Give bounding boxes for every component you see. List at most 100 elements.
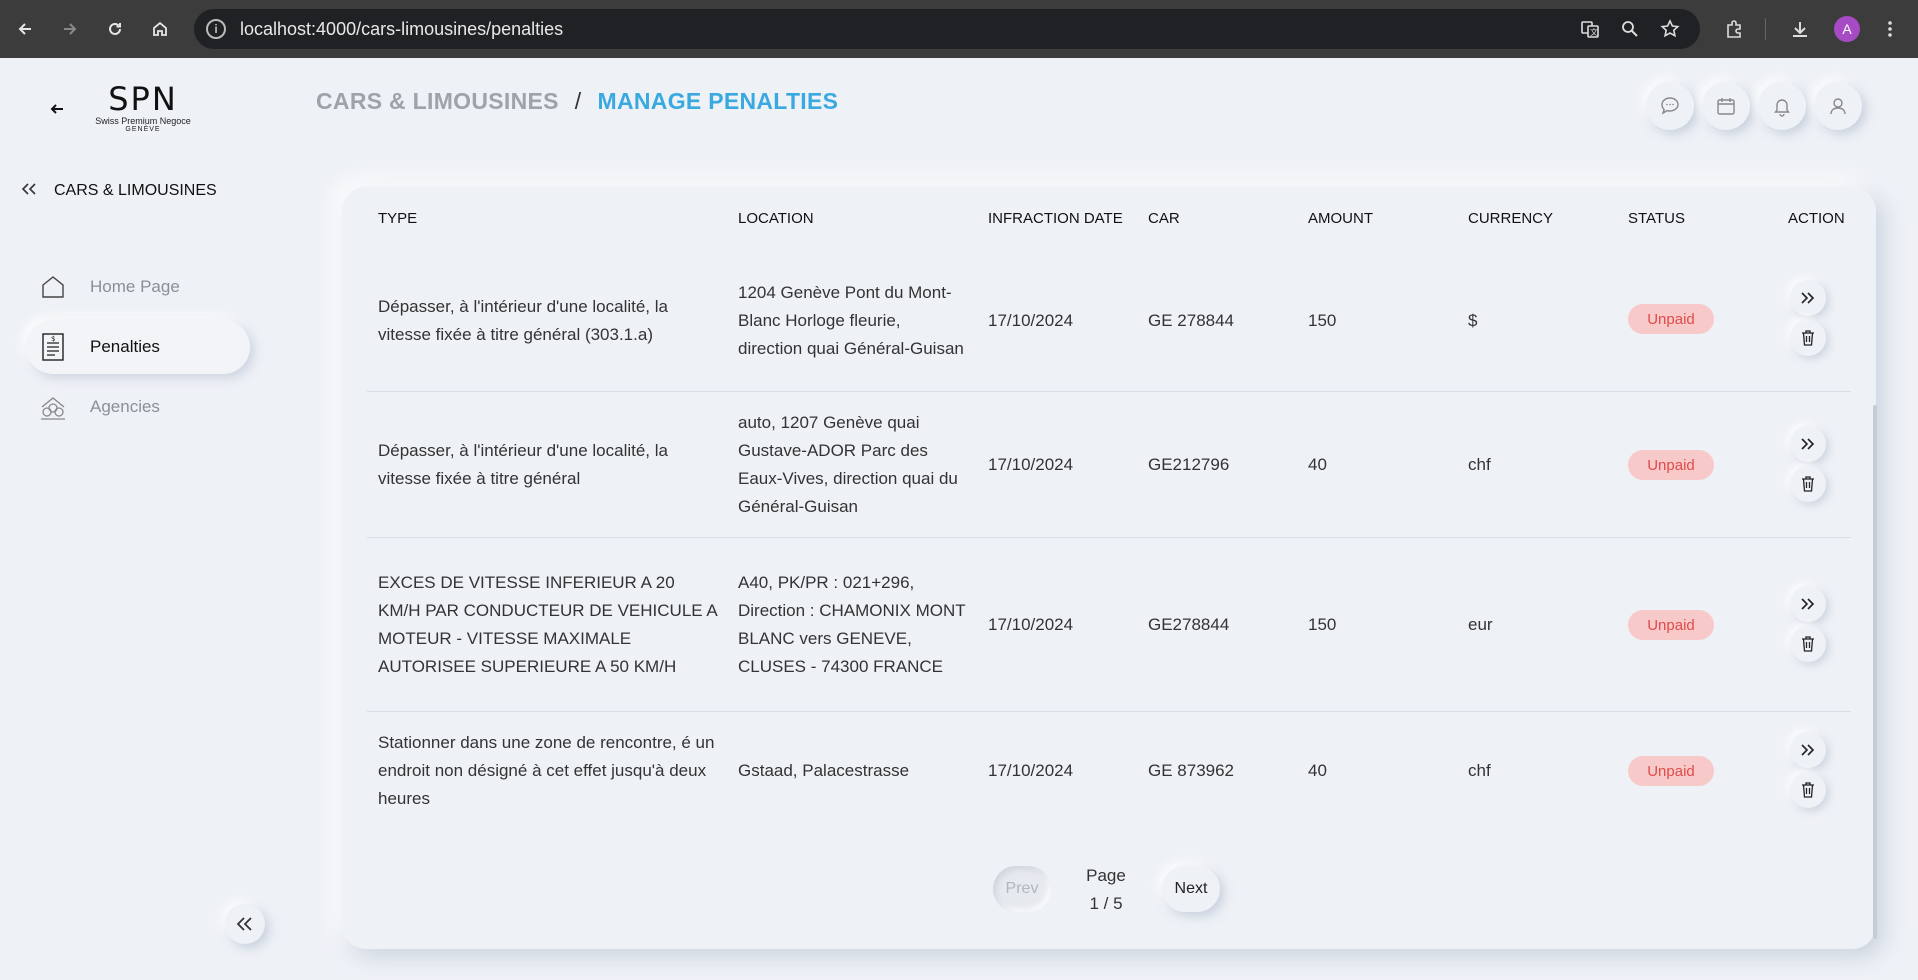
table-scrollbar[interactable]	[1873, 405, 1877, 939]
notifications-button[interactable]	[1758, 82, 1806, 130]
page-count: 1 / 5	[1089, 894, 1123, 913]
building-icon	[38, 392, 68, 422]
view-details-button[interactable]	[1790, 426, 1826, 462]
profile-avatar[interactable]: A	[1834, 16, 1860, 42]
column-header-amount: AMOUNT	[1308, 210, 1373, 227]
chat-icon	[1661, 97, 1679, 115]
delete-button[interactable]	[1790, 466, 1826, 502]
site-info-icon[interactable]: i	[206, 19, 226, 39]
cell-location: auto, 1207 Genève quai Gustave-ADOR Parc…	[738, 413, 958, 516]
home-icon[interactable]	[145, 14, 175, 44]
column-header-status: STATUS	[1628, 210, 1685, 227]
cell-location: 1204 Genève Pont du Mont-Blanc Horloge f…	[738, 283, 964, 358]
double-chevron-left-icon	[236, 917, 252, 931]
cell-date: 17/10/2024	[988, 615, 1074, 634]
page-title: MANAGE PENALTIES	[597, 88, 839, 114]
column-header-car: CAR	[1148, 210, 1180, 227]
cell-amount: 150	[1308, 311, 1337, 330]
cell-car: GE 278844	[1148, 311, 1235, 330]
page-label: Page	[1086, 866, 1126, 885]
breadcrumb-parent[interactable]: CARS & LIMOUSINES	[316, 88, 559, 115]
double-chevron-right-icon	[1801, 292, 1815, 304]
browser-toolbar: i localhost:4000/cars-limousines/penalti…	[0, 0, 1918, 58]
breadcrumb: CARS & LIMOUSINES / MANAGE PENALTIES	[316, 88, 838, 115]
delete-button[interactable]	[1790, 320, 1826, 356]
cell-car: GE 873962	[1148, 761, 1235, 780]
page-indicator: Page 1 / 5	[1080, 862, 1132, 918]
cell-type: Dépasser, à l'intérieur d'une localité, …	[378, 297, 668, 344]
prev-page-button[interactable]: Prev	[993, 866, 1051, 912]
column-header-location: LOCATION	[738, 210, 814, 227]
column-header-action: ACTION	[1788, 210, 1845, 227]
trash-icon	[1802, 782, 1814, 798]
document-icon: $	[38, 332, 68, 362]
sidebar-section-label: CARS & LIMOUSINES	[54, 181, 217, 199]
url-text: localhost:4000/cars-limousines/penalties	[240, 19, 564, 39]
status-badge: Unpaid	[1628, 610, 1714, 640]
view-details-button[interactable]	[1790, 280, 1826, 316]
back-arrow-icon[interactable]	[48, 100, 66, 124]
cell-amount: 40	[1308, 761, 1327, 780]
logo-subtitle: Swiss Premium Negoce	[95, 116, 191, 126]
double-chevron-right-icon	[1801, 744, 1815, 756]
cell-currency: $	[1468, 311, 1478, 330]
cell-location: Gstaad, Palacestrasse	[738, 761, 910, 780]
cell-type: Stationner dans une zone de rencontre, é…	[378, 733, 715, 808]
sidebar-item-label: Agencies	[90, 397, 160, 416]
menu-dots-icon[interactable]	[1876, 15, 1904, 43]
trash-icon	[1802, 476, 1814, 492]
bookmark-star-icon[interactable]	[1658, 17, 1682, 41]
cell-amount: 40	[1308, 455, 1327, 474]
status-badge: Unpaid	[1628, 756, 1714, 786]
cell-type: Dépasser, à l'intérieur d'une localité, …	[378, 441, 668, 488]
column-header-currency: CURRENCY	[1468, 210, 1554, 227]
column-header-date: INFRACTION DATE	[988, 210, 1123, 227]
double-chevron-right-icon	[1801, 438, 1815, 450]
next-page-button[interactable]: Next	[1162, 866, 1220, 912]
cell-type: EXCES DE VITESSE INFERIEUR A 20 KM/H PAR…	[378, 573, 717, 676]
cell-location: A40, PK/PR : 021+296, Direction : CHAMON…	[738, 573, 966, 676]
cell-car: GE278844	[1148, 615, 1230, 634]
back-icon[interactable]	[10, 14, 40, 44]
logo: SPN Swiss Premium Negoce GENÈVE	[88, 82, 198, 134]
zoom-icon[interactable]	[1618, 17, 1642, 41]
profile-button[interactable]	[1814, 82, 1862, 130]
view-details-button[interactable]	[1790, 732, 1826, 768]
cell-currency: chf	[1468, 761, 1491, 780]
forward-icon[interactable]	[55, 14, 85, 44]
delete-button[interactable]	[1790, 626, 1826, 662]
sidebar-item-penalties[interactable]: $ Penalties	[26, 320, 250, 374]
trash-icon	[1802, 330, 1814, 346]
translate-icon[interactable]: 文	[1578, 17, 1602, 41]
cell-date: 17/10/2024	[988, 311, 1074, 330]
reload-icon[interactable]	[100, 14, 130, 44]
sidebar-item-label: Home Page	[90, 277, 180, 296]
trash-icon	[1802, 636, 1814, 652]
messages-button[interactable]	[1646, 82, 1694, 130]
cell-car: GE212796	[1148, 455, 1230, 474]
calendar-button[interactable]	[1702, 82, 1750, 130]
cell-amount: 150	[1308, 615, 1337, 634]
sidebar-item-home[interactable]: Home Page	[26, 260, 250, 314]
collapse-sidebar-button[interactable]	[225, 904, 265, 944]
address-bar[interactable]: i localhost:4000/cars-limousines/penalti…	[194, 9, 1700, 49]
sidebar-section-header[interactable]: CARS & LIMOUSINES	[20, 180, 217, 201]
extensions-icon[interactable]	[1720, 15, 1748, 43]
svg-text:文: 文	[1590, 27, 1598, 37]
double-chevron-left-icon	[20, 180, 54, 201]
calendar-icon	[1717, 98, 1735, 115]
download-icon[interactable]	[1786, 15, 1814, 43]
delete-button[interactable]	[1790, 772, 1826, 808]
logo-text: SPN	[108, 80, 178, 118]
home-icon	[38, 272, 68, 302]
sidebar-item-label: Penalties	[90, 337, 160, 356]
svg-text:$: $	[51, 335, 55, 343]
cell-currency: eur	[1468, 615, 1493, 634]
cell-date: 17/10/2024	[988, 455, 1074, 474]
status-badge: Unpaid	[1628, 450, 1714, 480]
sidebar-item-agencies[interactable]: Agencies	[26, 380, 250, 434]
cell-currency: chf	[1468, 455, 1491, 474]
logo-city: GENÈVE	[125, 126, 161, 133]
status-badge: Unpaid	[1628, 304, 1714, 334]
view-details-button[interactable]	[1790, 586, 1826, 622]
